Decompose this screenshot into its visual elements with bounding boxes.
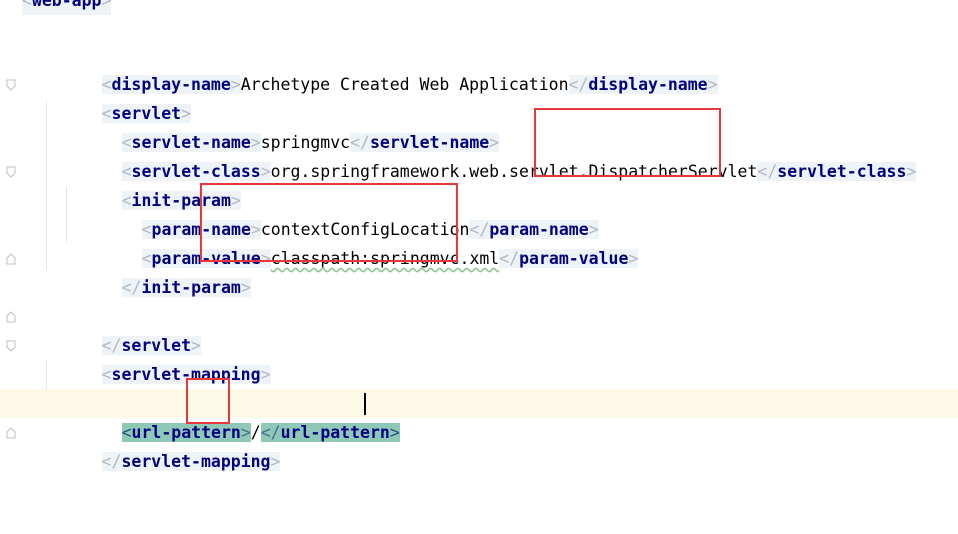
annotation-box-init-param [200, 183, 458, 262]
fold-end-icon[interactable] [6, 427, 16, 439]
tag-name: init-param [141, 278, 241, 297]
code-line: <servlet-name>springmvc</servlet-name> [0, 360, 958, 413]
annotation-box-url-pattern [186, 378, 230, 424]
code-line: <init-param> [0, 157, 958, 210]
code-line: </servlet-mapping> [0, 418, 958, 471]
fold-icon[interactable] [6, 340, 16, 352]
text-caret [364, 393, 366, 415]
fold-icon[interactable] [6, 79, 16, 91]
code-line: <web-app> [0, 0, 958, 15]
annotation-box-servlet-class [534, 108, 721, 177]
tag-name: servlet-mapping [121, 452, 271, 471]
code-line: </init-param> [0, 244, 958, 297]
code-line: <display-name>Archetype Created Web Appl… [101, 75, 718, 94]
code-line: <param-value>classpath:springmvc.xml</pa… [141, 249, 639, 268]
code-line: <servlet-class>org.springframework.web.s… [121, 162, 917, 181]
code-line: <servlet-name>springmvc</servlet-name> [121, 133, 500, 152]
code-editor[interactable]: <web-app> <display-name>Archetype Create… [0, 0, 958, 491]
code-line: <param-name>contextConfigLocation</param… [141, 220, 599, 239]
fold-end-icon[interactable] [6, 311, 16, 323]
code-line: <servlet-mapping> [0, 331, 958, 384]
fold-end-icon[interactable] [6, 253, 16, 265]
code-line: <servlet> [0, 70, 958, 123]
fold-icon[interactable] [6, 166, 16, 178]
tag-name: web-app [31, 0, 102, 10]
current-code-line: <url-pattern>/</url-pattern> [0, 389, 958, 442]
code-line: </servlet> [0, 302, 958, 355]
